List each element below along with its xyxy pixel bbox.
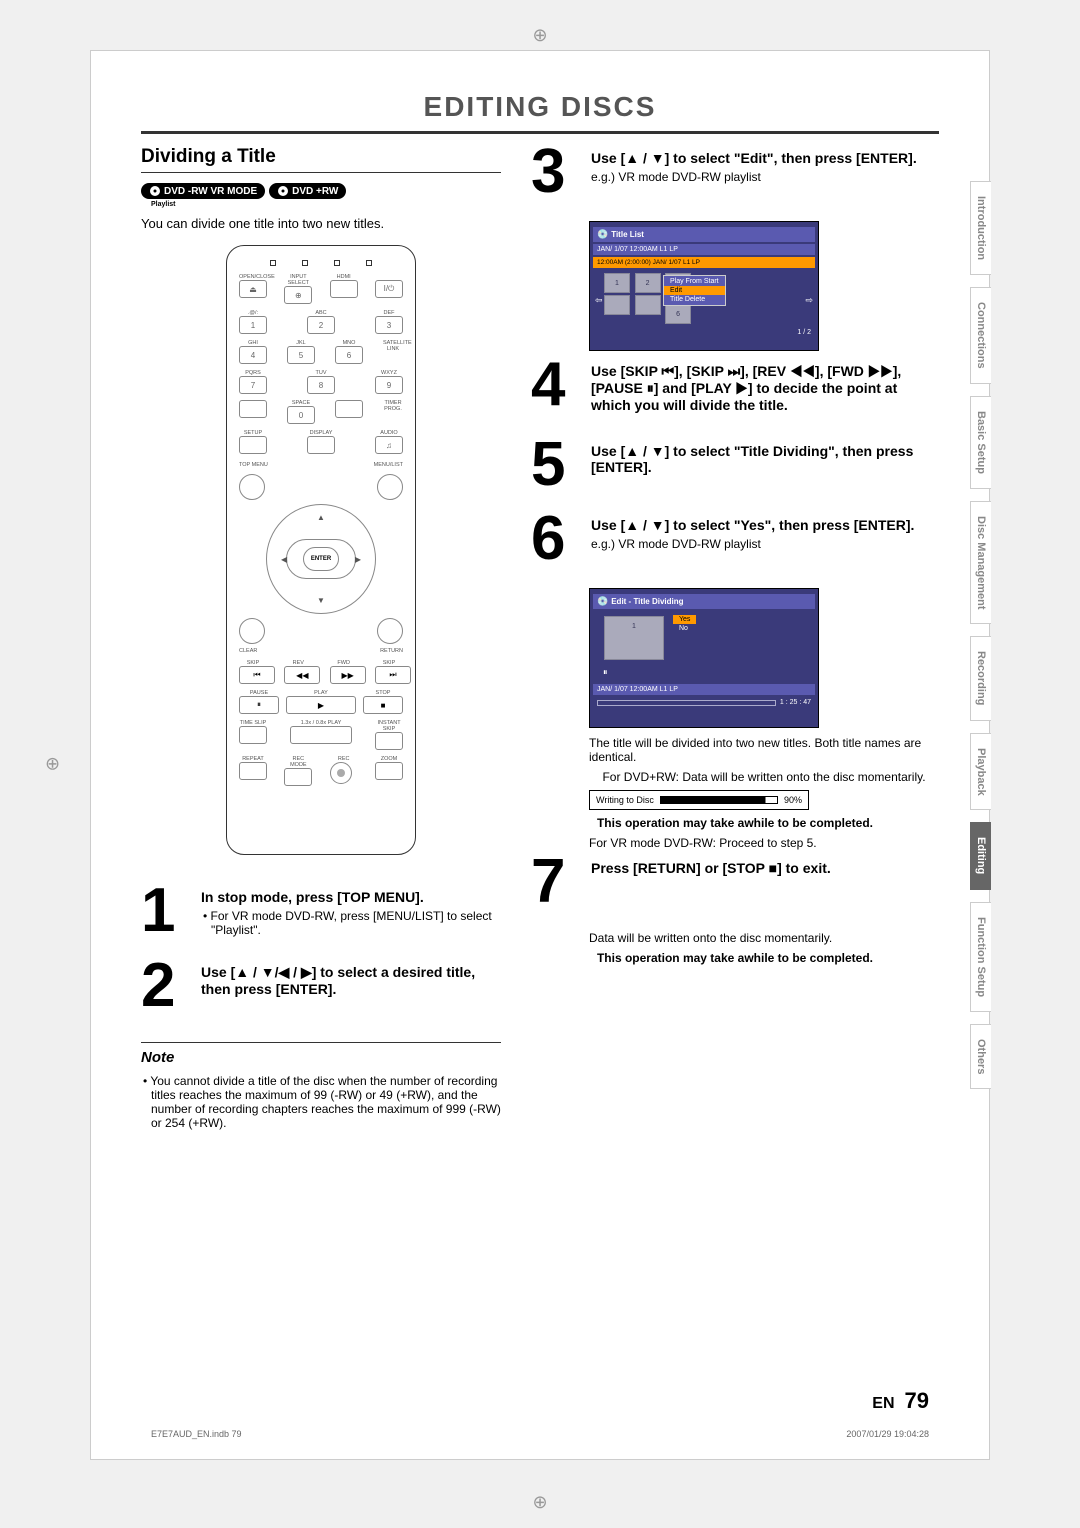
after-text-3: For VR mode DVD-RW: Proceed to step 5. <box>589 836 939 850</box>
playlist-caption: Playlist <box>151 201 501 208</box>
tab-function-setup: Function Setup <box>970 902 991 1012</box>
tab-recording: Recording <box>970 636 991 720</box>
remote-illustration: OPEN/CLOSE⏏ INPUT SELECT⊕ HDMI I/⏻ .@/:1… <box>226 245 416 855</box>
tab-introduction: Introduction <box>970 181 991 275</box>
section-tabs: Introduction Connections Basic Setup Disc M… <box>970 181 991 1089</box>
note-body: • You cannot divide a title of the disc … <box>141 1074 501 1130</box>
title-dividing-screenshot: 💿Edit - Title Dividing 1 Yes No ⏸ JAN/ 1… <box>589 588 819 728</box>
footer-timestamp: 2007/01/29 19:04:28 <box>846 1429 929 1439</box>
badge-dvd-plus-rw: DVD +RW <box>269 183 346 199</box>
badge-dvd-rw-vr: DVD -RW VR MODE <box>141 183 265 199</box>
warning-2: This operation may take awhile to be com… <box>531 951 939 965</box>
page-number: EN79 <box>872 1388 929 1414</box>
tab-editing: Editing <box>970 822 991 889</box>
writing-progress: Writing to Disc 90% <box>589 790 809 810</box>
step-1: 1In stop mode, press [TOP MENU].• For VR… <box>141 885 501 938</box>
disc-badges: DVD -RW VR MODE DVD +RW <box>141 183 501 199</box>
intro-text: You can divide one title into two new ti… <box>141 216 501 231</box>
manual-page: EDITING DISCS Dividing a Title DVD -RW V… <box>90 50 990 1460</box>
title-list-screenshot: 💿Title List JAN/ 1/07 12:00AM L1 LP 12:0… <box>589 221 819 351</box>
note-heading: Note <box>141 1042 501 1066</box>
step-4: 4Use [SKIP ⏮], [SKIP ⏭], [REV ◀◀], [FWD … <box>531 359 939 417</box>
step-5: 5Use [▲ / ▼] to select "Title Dividing",… <box>531 439 939 492</box>
after-text-1: The title will be divided into two new t… <box>589 736 939 764</box>
tab-connections: Connections <box>970 287 991 384</box>
step-7: 7Press [RETURN] or [STOP ■] to exit. <box>531 856 939 909</box>
tab-basic-setup: Basic Setup <box>970 396 991 489</box>
step-3: 3Use [▲ / ▼] to select "Edit", then pres… <box>531 146 939 199</box>
crop-mark-bottom: ⊕ <box>532 1492 547 1513</box>
tab-others: Others <box>970 1024 991 1089</box>
footer-file: E7E7AUD_EN.indb 79 <box>151 1429 242 1439</box>
crop-mark-top: ⊕ <box>532 25 547 46</box>
step-6: 6Use [▲ / ▼] to select "Yes", then press… <box>531 513 939 566</box>
after-step7: Data will be written onto the disc momen… <box>589 931 939 945</box>
step-2: 2Use [▲ / ▼/◀ / ▶] to select a desired t… <box>141 960 501 1013</box>
tab-disc-management: Disc Management <box>970 501 991 625</box>
after-text-2: For DVD+RW: Data will be written onto th… <box>589 770 939 784</box>
crop-mark-left: ⊕ <box>45 754 60 775</box>
tab-playback: Playback <box>970 733 991 811</box>
warning-1: This operation may take awhile to be com… <box>531 816 939 830</box>
page-title: EDITING DISCS <box>141 91 939 134</box>
section-title: Dividing a Title <box>141 146 501 173</box>
